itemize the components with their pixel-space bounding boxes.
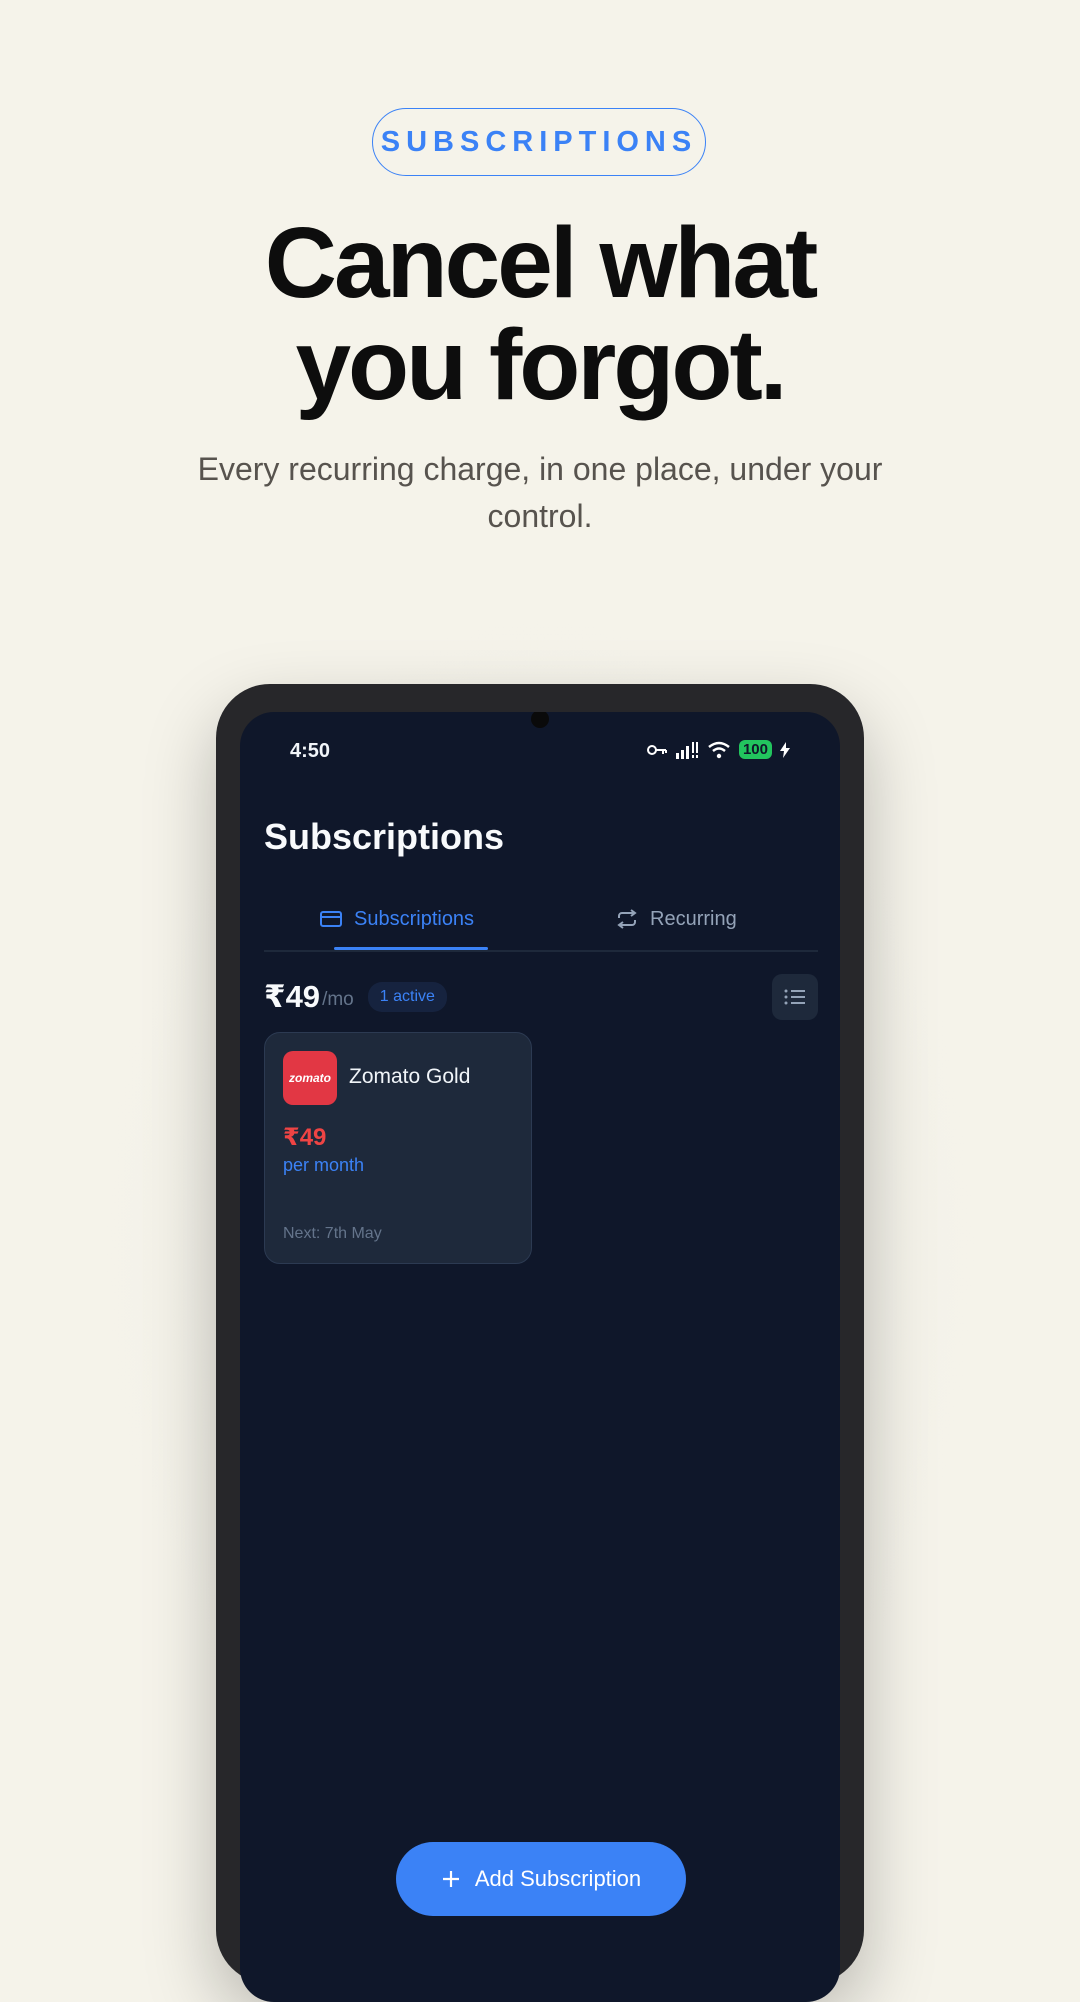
tab-recurring-label: Recurring <box>650 907 737 930</box>
headline-line-2: you forgot. <box>295 309 787 421</box>
hero-headline: Cancel what you forgot. <box>0 212 1080 416</box>
status-time: 4:50 <box>290 740 331 762</box>
plus-icon <box>442 1871 459 1887</box>
add-subscription-button[interactable]: Add Subscription <box>396 1842 686 1916</box>
subscription-period: per month <box>283 1155 365 1175</box>
tab-recurring[interactable]: Recurring <box>616 890 737 948</box>
subscription-price: ₹49 <box>283 1124 327 1151</box>
monthly-total: ₹49 <box>264 979 321 1014</box>
subscription-name: Zomato Gold <box>349 1065 471 1088</box>
monthly-summary: ₹49 /mo 1 active <box>264 974 818 1020</box>
page-title: Subscriptions <box>264 816 505 857</box>
headline-line-1: Cancel what <box>264 207 819 319</box>
repeat-icon <box>617 909 637 929</box>
hero-subtext: Every recurring charge, in one place, un… <box>197 451 883 534</box>
credit-card-icon <box>320 911 342 927</box>
battery-indicator: 100 <box>738 740 772 759</box>
camera-icon <box>531 712 549 728</box>
zomato-logo: zomato <box>283 1051 337 1105</box>
list-icon <box>784 989 805 1005</box>
status-icons: 100 <box>646 740 790 759</box>
wifi-icon <box>708 741 730 758</box>
key-icon <box>646 744 667 755</box>
signal-icon <box>675 741 698 759</box>
list-view-button[interactable] <box>772 974 818 1020</box>
add-subscription-label: Add Subscription <box>474 1866 642 1891</box>
charging-icon <box>780 741 790 758</box>
tab-subscriptions[interactable]: Subscriptions <box>320 890 489 950</box>
tab-bar: Subscriptions Recurring <box>264 890 818 952</box>
monthly-period: /mo <box>322 989 354 1010</box>
active-count-badge: 1 active <box>367 982 447 1012</box>
subscription-card[interactable]: zomato Zomato Gold ₹49 per month Next: 7… <box>264 1032 532 1264</box>
phone-screen: 4:50 100 Subscriptions Subscriptions Rec… <box>240 712 840 2002</box>
subscription-next-date: Next: 7th May <box>283 1225 382 1242</box>
section-badge: SUBSCRIPTIONS <box>372 108 706 176</box>
phone-frame: 4:50 100 Subscriptions Subscriptions Rec… <box>216 684 864 2002</box>
tab-subscriptions-label: Subscriptions <box>354 907 475 930</box>
